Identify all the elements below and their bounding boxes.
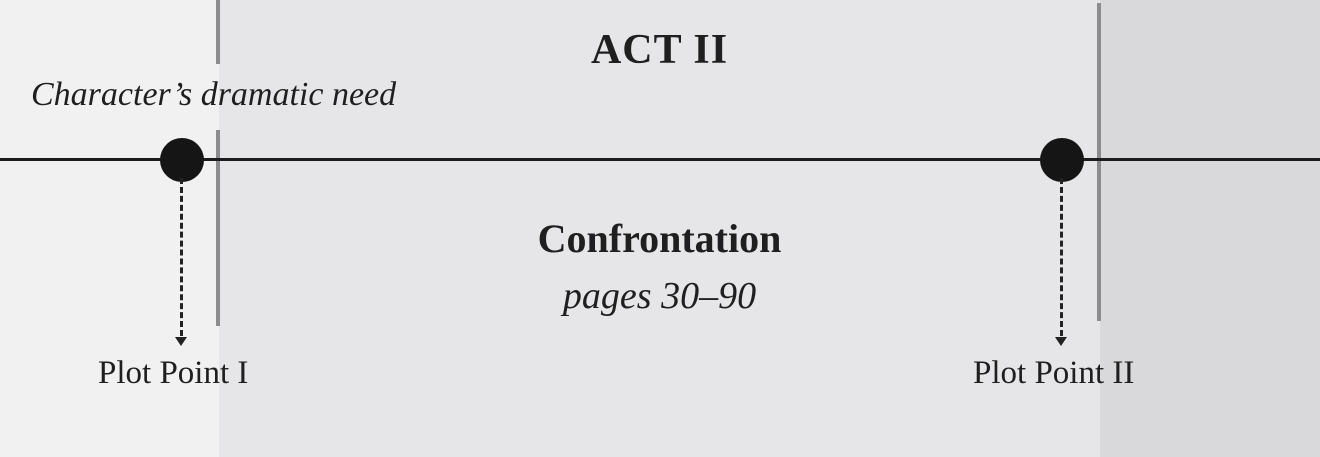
plot-point-one-label: Plot Point I [98, 355, 249, 391]
plot-point-one-arrow-line [180, 178, 183, 336]
plot-point-two-label: Plot Point II [973, 355, 1135, 391]
act-two-diagram: ACT II Character’s dramatic need Confron… [0, 0, 1320, 457]
plot-point-one-arrowhead [175, 337, 187, 346]
act-title: ACT II [590, 27, 729, 73]
plot-point-two-arrowhead [1055, 337, 1067, 346]
plot-point-two-marker [1040, 138, 1084, 182]
section-title: Confrontation [537, 216, 782, 261]
dramatic-need-label: Character’s dramatic need [31, 76, 397, 113]
page-range: pages 30–90 [562, 275, 757, 317]
plot-point-one-marker [160, 138, 204, 182]
